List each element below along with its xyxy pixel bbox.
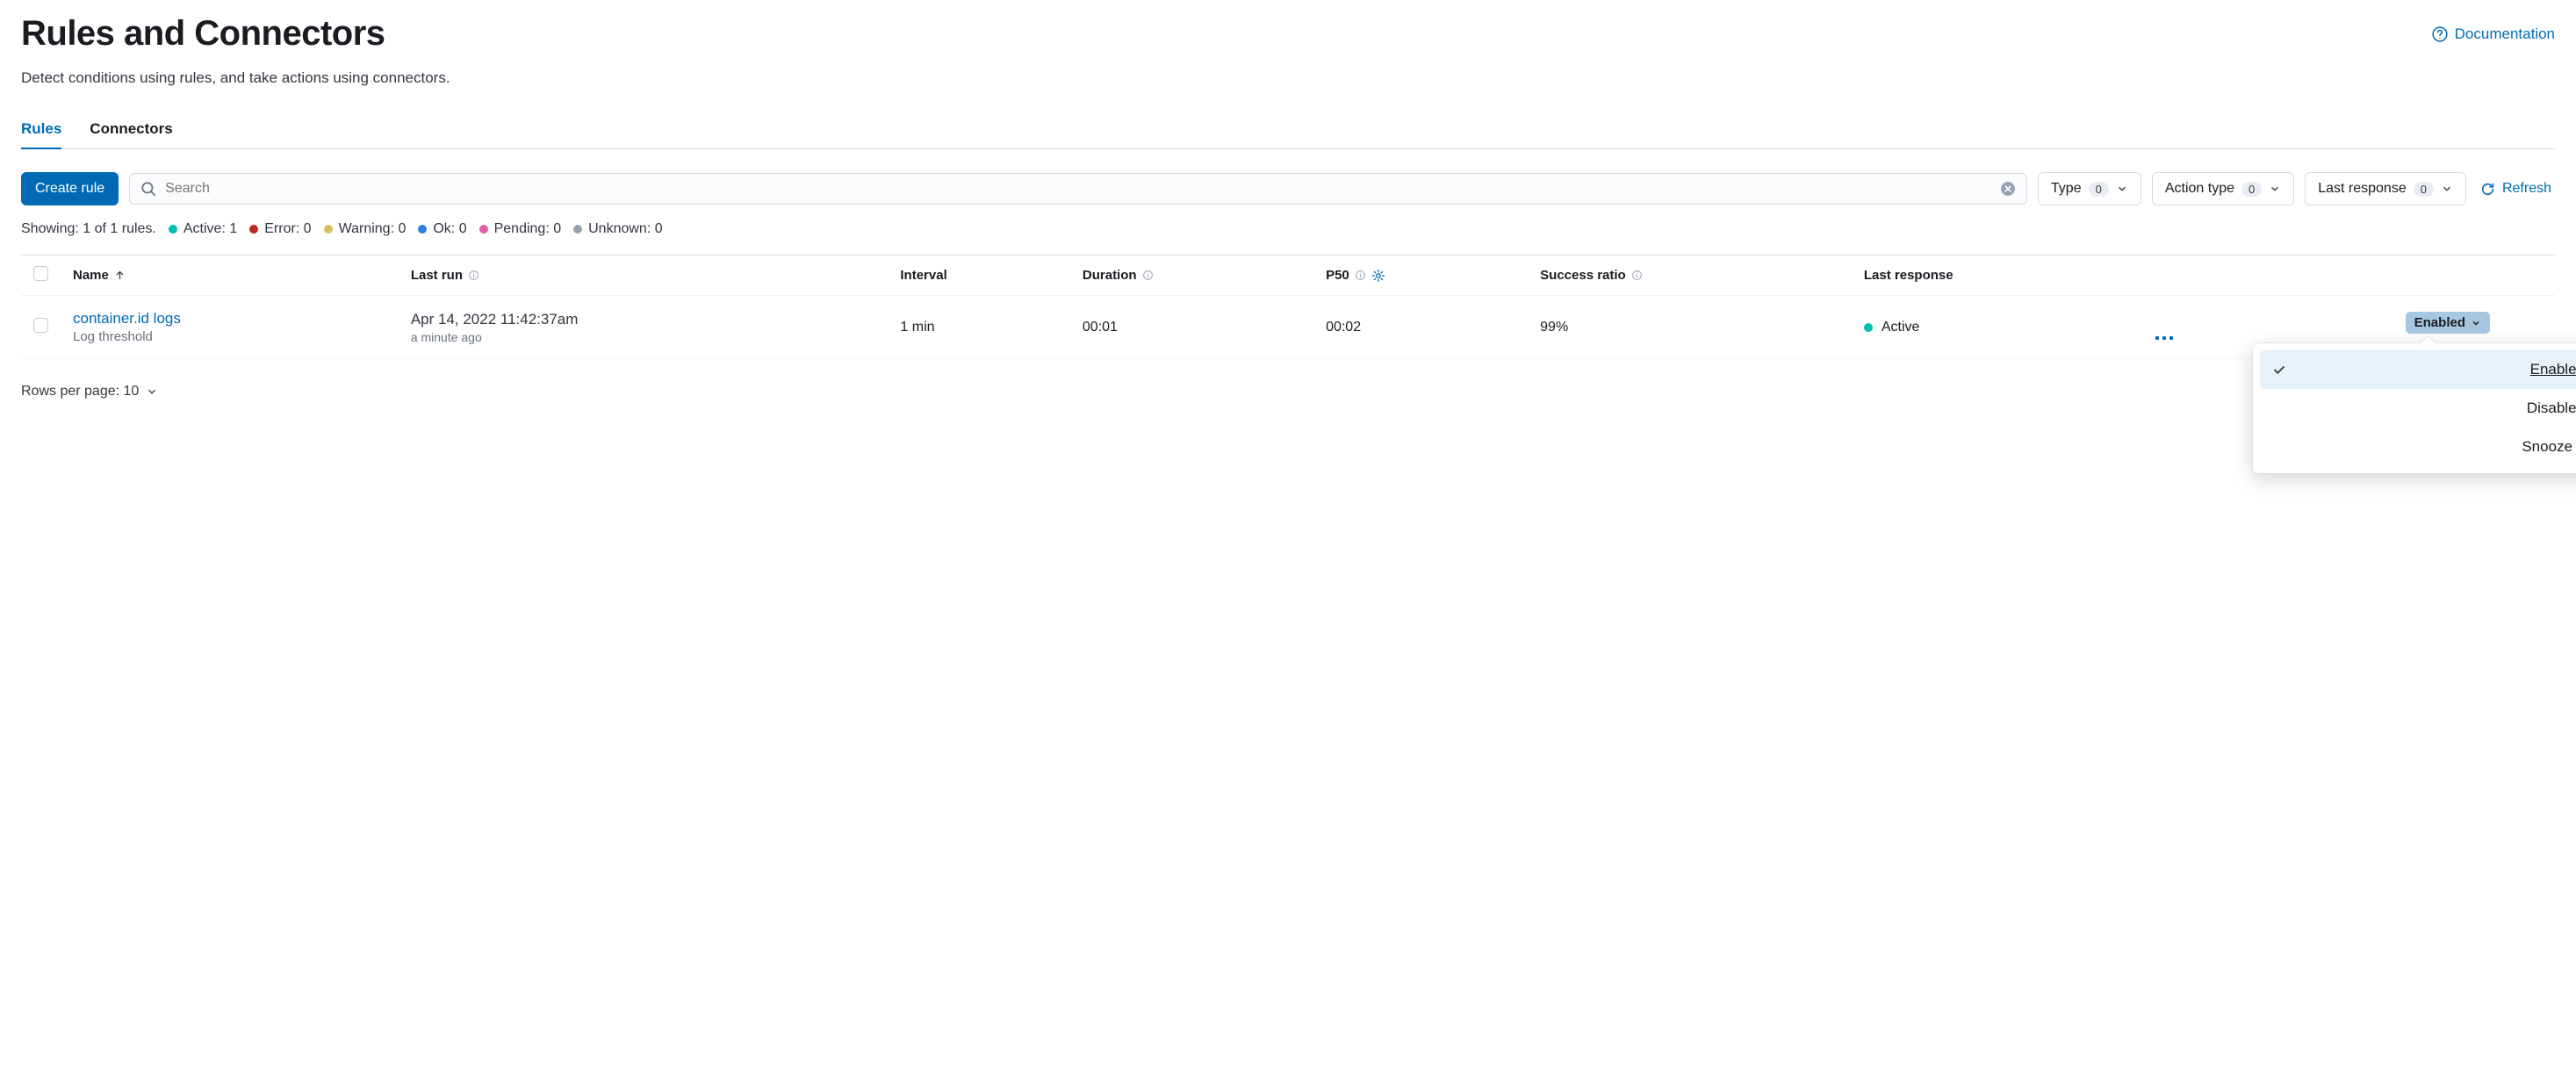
status-dot: [479, 225, 488, 234]
status-dot: [169, 225, 177, 234]
status-unknown: Unknown: 0: [573, 221, 663, 237]
documentation-label: Documentation: [2455, 25, 2555, 43]
chevron-down-icon: [2116, 183, 2128, 195]
popover-item-enabled[interactable]: Enabled: [2260, 350, 2576, 389]
showing-text: Showing: 1 of 1 rules.: [21, 221, 156, 237]
status-warning: Warning: 0: [324, 221, 407, 237]
filter-type-count: 0: [2089, 182, 2109, 197]
last-response-value: Active: [1882, 320, 1920, 335]
last-run-timestamp: Apr 14, 2022 11:42:37am: [411, 311, 876, 328]
column-duration[interactable]: Duration: [1070, 256, 1313, 296]
info-icon: [1142, 270, 1154, 281]
status-error: Error: 0: [249, 221, 311, 237]
chevron-right-icon: [2572, 441, 2576, 453]
page-subtitle: Detect conditions using rules, and take …: [21, 69, 2555, 87]
rows-per-page-select[interactable]: Rows per page: 10: [21, 384, 2555, 400]
info-icon: [1355, 270, 1366, 281]
chevron-down-icon: [2471, 318, 2481, 328]
info-icon: [1631, 270, 1643, 281]
filter-last-response-count: 0: [2414, 182, 2434, 197]
select-all-checkbox[interactable]: [33, 266, 48, 281]
info-icon: [468, 270, 479, 281]
rows-per-page-label: Rows per page: 10: [21, 384, 139, 400]
search-input[interactable]: [165, 181, 1991, 197]
clear-search-icon[interactable]: [2000, 181, 2016, 197]
check-icon: [2272, 363, 2286, 377]
rules-table: Name Last run Interval Duration P50: [21, 255, 2555, 359]
tabs: Rules Connectors: [21, 112, 2555, 149]
status-toggle[interactable]: Enabled: [2406, 312, 2490, 334]
status-summary: Showing: 1 of 1 rules. Active: 1 Error: …: [21, 221, 2555, 237]
tab-rules[interactable]: Rules: [21, 112, 61, 148]
documentation-link[interactable]: Documentation: [2432, 25, 2555, 43]
status-dot: [418, 225, 427, 234]
gear-icon[interactable]: [1371, 269, 1385, 283]
filter-last-response-label: Last response: [2318, 181, 2407, 197]
status-toggle-label: Enabled: [2414, 315, 2465, 330]
filter-type-label: Type: [2051, 181, 2082, 197]
search-icon: [140, 181, 156, 197]
refresh-button[interactable]: Refresh: [2477, 173, 2555, 205]
status-ok: Ok: 0: [418, 221, 466, 237]
status-popover: Enabled Disabled Snooze: [2253, 343, 2576, 473]
status-dot: [249, 225, 258, 234]
status-active: Active: 1: [169, 221, 237, 237]
table-row: container.id logs Log threshold Apr 14, …: [21, 296, 2555, 359]
column-last-run[interactable]: Last run: [399, 256, 889, 296]
chevron-down-icon: [146, 385, 158, 398]
success-ratio-value: 99%: [1528, 296, 1852, 359]
popover-item-disabled[interactable]: Disabled: [2260, 389, 2576, 428]
more-horizontal-icon: [2155, 334, 2174, 342]
filter-action-type-label: Action type: [2165, 181, 2234, 197]
rule-type: Log threshold: [73, 329, 386, 344]
sort-asc-icon: [114, 270, 126, 281]
filter-action-type[interactable]: Action type 0: [2152, 172, 2294, 205]
row-actions-button[interactable]: [2155, 334, 2543, 342]
interval-value: 1 min: [888, 296, 1070, 359]
status-dot: [324, 225, 333, 234]
chevron-down-icon: [2441, 183, 2453, 195]
column-success-ratio[interactable]: Success ratio: [1528, 256, 1852, 296]
status-dot: [573, 225, 582, 234]
duration-value: 00:01: [1070, 296, 1313, 359]
filter-last-response[interactable]: Last response 0: [2305, 172, 2466, 205]
chevron-down-icon: [2269, 183, 2281, 195]
filter-type[interactable]: Type 0: [2038, 172, 2141, 205]
tab-connectors[interactable]: Connectors: [90, 112, 172, 148]
status-pending: Pending: 0: [479, 221, 562, 237]
p50-value: 00:02: [1313, 296, 1528, 359]
page-title: Rules and Connectors: [21, 14, 385, 54]
rule-name-link[interactable]: container.id logs: [73, 310, 386, 328]
popover-item-snooze[interactable]: Snooze: [2260, 428, 2576, 466]
column-p50[interactable]: P50: [1313, 256, 1528, 296]
row-checkbox[interactable]: [33, 318, 48, 333]
search-input-wrapper[interactable]: [129, 173, 2027, 205]
refresh-icon: [2480, 182, 2495, 197]
response-dot: [1864, 323, 1873, 332]
filter-action-type-count: 0: [2241, 182, 2262, 197]
help-icon: [2432, 26, 2448, 42]
column-interval[interactable]: Interval: [888, 256, 1070, 296]
create-rule-button[interactable]: Create rule: [21, 172, 119, 205]
column-last-response[interactable]: Last response: [1852, 256, 2142, 296]
column-name[interactable]: Name: [61, 256, 399, 296]
last-run-relative: a minute ago: [411, 330, 876, 344]
refresh-label: Refresh: [2502, 181, 2551, 197]
